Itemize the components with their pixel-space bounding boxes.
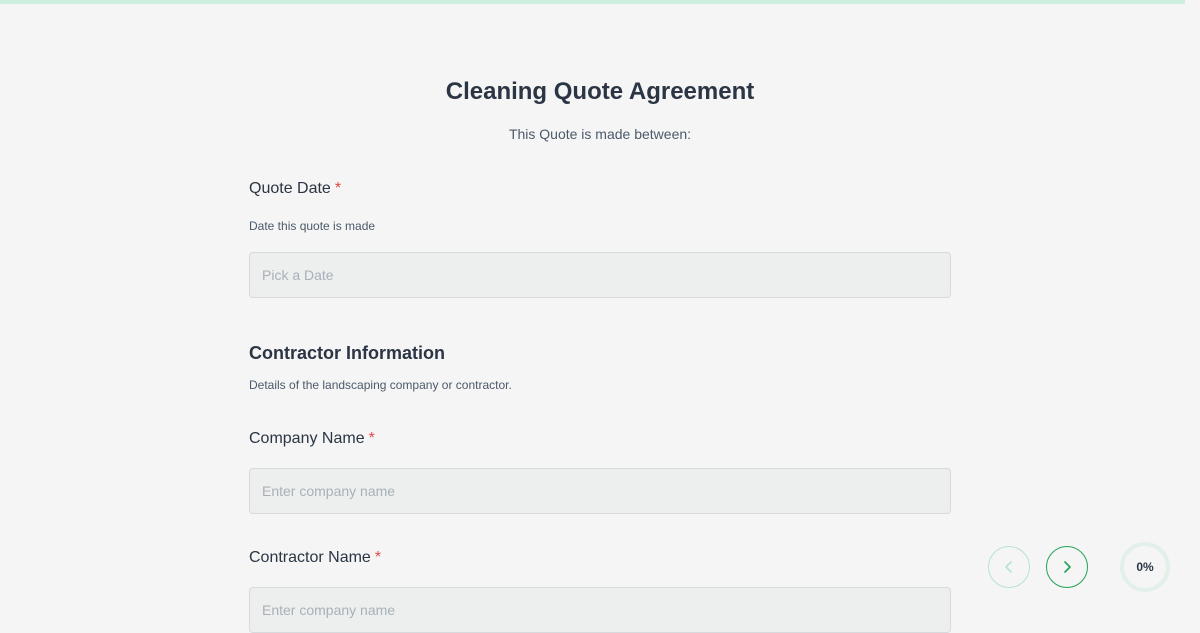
contractor-name-label: Contractor Name * — [249, 549, 381, 567]
progress-indicator: 0% — [1120, 542, 1170, 592]
contractor-section-title: Contractor Information — [249, 343, 445, 363]
contractor-name-input[interactable] — [249, 587, 951, 633]
progress-label: 0% — [1136, 560, 1154, 574]
required-mark: * — [368, 430, 375, 447]
company-name-label-text: Company Name — [249, 430, 365, 447]
company-name-input[interactable] — [249, 468, 951, 514]
form-subtitle: This Quote is made between: — [508, 126, 692, 142]
required-mark: * — [374, 549, 382, 566]
form-title: Cleaning Quote Agreement — [445, 78, 755, 105]
contractor-section-help: Details of the landscaping company or co… — [249, 378, 512, 392]
top-progress-bar — [0, 0, 1185, 4]
chevron-right-icon — [1064, 561, 1071, 573]
next-button[interactable] — [1046, 546, 1088, 588]
previous-button[interactable] — [988, 546, 1030, 588]
quote-date-label: Quote Date * — [249, 180, 341, 198]
quote-date-help: Date this quote is made — [249, 219, 376, 233]
contractor-name-label-text: Contractor Name — [249, 549, 371, 566]
quote-date-input[interactable] — [249, 252, 951, 298]
company-name-label: Company Name * — [249, 430, 375, 448]
quote-date-label-text: Quote Date — [249, 180, 331, 197]
required-mark: * — [334, 180, 342, 197]
chevron-left-icon — [1005, 561, 1012, 573]
